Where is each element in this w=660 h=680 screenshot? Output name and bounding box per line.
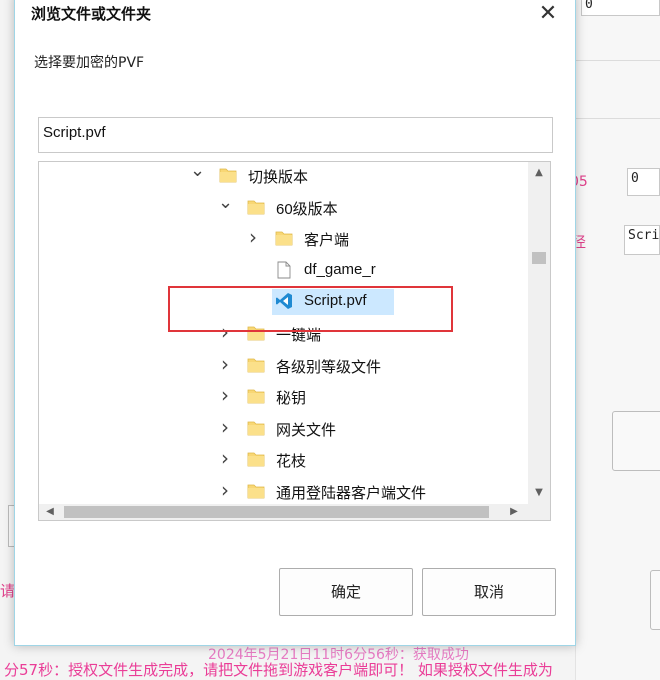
folder-icon [247,356,265,376]
folder-icon [247,450,265,470]
tree-item-label: 通用登陆器客户端文件 [276,485,427,502]
cancel-button[interactable]: 取消 [422,568,556,616]
chevron-down-icon[interactable]: ⌄ [218,192,233,213]
tree-item[interactable]: › 通用登陆器客户端文件 [39,478,524,506]
tree-item[interactable]: df_game_r [39,257,524,285]
chevron-right-icon[interactable]: › [218,352,232,376]
tree-item-label: df_game_r [304,260,376,278]
background-input-path[interactable]: Scri [624,225,660,255]
scroll-corner [528,504,550,520]
chevron-down-icon[interactable]: ⌄ [190,162,205,181]
folder-tree[interactable]: ⌄ 切换版本 ⌄ 60级版本 › 客户端 df_game_r Script.pvf › 一键端 › 各… [38,161,551,521]
tree-item[interactable]: › 客户端 [39,225,524,253]
tree-item[interactable]: › 各级别等级文件 [39,352,524,380]
chevron-right-icon[interactable]: › [246,225,260,249]
background-divider [575,60,660,61]
status-log-line: 分57秒：授权文件生成完成，请把文件拖到游戏客户端即可！ 如果授权文件生成为 [4,661,553,679]
folder-icon [247,419,265,439]
background-button-2[interactable] [650,570,660,630]
scroll-thumb[interactable] [64,506,489,518]
highlight-annotation [168,286,453,332]
tree-item-label: 秘钥 [276,390,307,408]
tree-item[interactable]: › 网关文件 [39,415,524,443]
tree-item-label: 网关文件 [276,421,337,439]
background-left-text: 请 [0,582,16,600]
tree-item[interactable]: › 花枝 [39,446,524,474]
chevron-right-icon[interactable]: › [218,446,232,470]
background-right-panel [575,0,660,680]
background-divider [575,118,660,119]
scroll-down-icon[interactable]: ▼ [528,484,550,502]
path-input[interactable]: Script.pvf [38,117,553,153]
chevron-right-icon[interactable]: › [218,478,232,502]
tree-item-label: 客户端 [304,232,350,250]
background-button[interactable] [612,411,660,471]
close-icon[interactable]: ✕ [535,1,561,27]
tree-item-label: 60级版本 [276,200,338,218]
background-input-05[interactable]: 0 [627,168,660,196]
tree-item[interactable]: ⌄ 切换版本 [39,162,524,190]
tree-item[interactable]: ⌄ 60级版本 [39,192,524,222]
scroll-left-icon[interactable]: ◀ [41,504,59,520]
background-top-input[interactable]: 0 [581,0,660,16]
dialog-prompt: 选择要加密的PVF [34,55,145,71]
horizontal-scrollbar[interactable]: ◀ ▶ [39,504,528,520]
tree-item[interactable]: › 秘钥 [39,383,524,411]
scroll-right-icon[interactable]: ▶ [505,504,523,520]
chevron-right-icon[interactable]: › [218,383,232,407]
vertical-scrollbar[interactable]: ▲ ▼ [528,162,550,504]
folder-icon [275,229,293,249]
folder-icon [247,482,265,502]
ok-button[interactable]: 确定 [279,568,413,616]
tree-item-label: 切换版本 [248,169,309,186]
scroll-up-icon[interactable]: ▲ [528,164,550,182]
folder-icon [247,387,265,407]
tree-item-label: 各级别等级文件 [276,358,382,376]
tree-item-label: 花枝 [276,453,307,471]
chevron-right-icon[interactable]: › [218,415,232,439]
scroll-thumb[interactable] [532,252,546,264]
folder-icon [247,198,265,218]
file-icon [275,261,293,281]
dialog-title: 浏览文件或文件夹 [31,5,152,23]
folder-icon [219,166,237,186]
